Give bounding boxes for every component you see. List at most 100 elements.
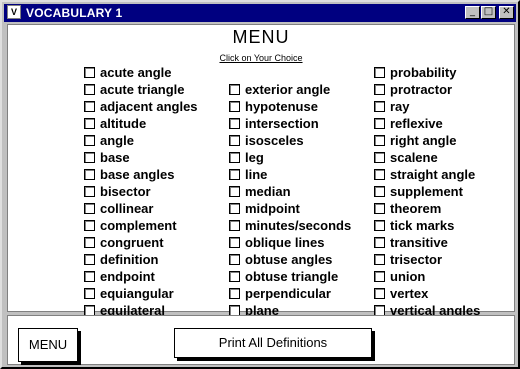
checkbox[interactable] [84, 220, 95, 231]
vocabulary-item-label: acute angle [100, 65, 172, 80]
checkbox[interactable] [374, 220, 385, 231]
vocabulary-item-label: intersection [245, 116, 319, 131]
vocabulary-item[interactable]: leg [229, 149, 264, 166]
checkbox[interactable] [374, 237, 385, 248]
checkbox[interactable] [84, 84, 95, 95]
vocabulary-item-label: hypotenuse [245, 99, 318, 114]
checkbox[interactable] [229, 237, 240, 248]
vocabulary-item[interactable]: hypotenuse [229, 98, 318, 115]
vocabulary-item[interactable]: probability [374, 64, 456, 81]
checkbox[interactable] [374, 67, 385, 78]
checkbox[interactable] [374, 203, 385, 214]
vocabulary-item[interactable]: definition [84, 251, 159, 268]
checkbox[interactable] [229, 169, 240, 180]
vocabulary-item[interactable]: exterior angle [229, 81, 330, 98]
vocabulary-item[interactable]: angle [84, 132, 134, 149]
checkbox[interactable] [84, 169, 95, 180]
vocabulary-item[interactable]: supplement [374, 183, 463, 200]
vocabulary-item[interactable]: base angles [84, 166, 174, 183]
checkbox[interactable] [374, 271, 385, 282]
vocabulary-item[interactable]: scalene [374, 149, 438, 166]
checkbox[interactable] [84, 237, 95, 248]
vocabulary-item-label: protractor [390, 82, 453, 97]
checkbox[interactable] [84, 67, 95, 78]
checkbox[interactable] [84, 135, 95, 146]
vocabulary-item[interactable]: ray [374, 98, 410, 115]
vocabulary-item[interactable]: intersection [229, 115, 319, 132]
vocabulary-item-label: ray [390, 99, 410, 114]
checkbox[interactable] [84, 101, 95, 112]
checkbox[interactable] [374, 101, 385, 112]
checkbox[interactable] [229, 135, 240, 146]
vocabulary-item[interactable]: collinear [84, 200, 153, 217]
checkbox[interactable] [374, 135, 385, 146]
checkbox[interactable] [229, 118, 240, 129]
vocabulary-item[interactable]: endpoint [84, 268, 155, 285]
vocabulary-item[interactable]: equiangular [84, 285, 174, 302]
close-button[interactable]: ✕ [499, 6, 514, 19]
checkbox[interactable] [374, 118, 385, 129]
vocabulary-item[interactable]: tick marks [374, 217, 454, 234]
checkbox[interactable] [84, 186, 95, 197]
checkbox[interactable] [374, 288, 385, 299]
checkbox[interactable] [374, 254, 385, 265]
vocabulary-item[interactable]: obtuse triangle [229, 268, 338, 285]
vocabulary-item-label: exterior angle [245, 82, 331, 97]
vocabulary-item[interactable]: union [374, 268, 425, 285]
checkbox[interactable] [229, 220, 240, 231]
checkbox[interactable] [229, 152, 240, 163]
vocabulary-item[interactable]: vertex [374, 285, 428, 302]
vocabulary-item[interactable]: midpoint [229, 200, 300, 217]
vocabulary-item[interactable]: altitude [84, 115, 146, 132]
vocabulary-item[interactable]: acute angle [84, 64, 172, 81]
vocabulary-item[interactable]: perpendicular [229, 285, 331, 302]
vocabulary-item[interactable]: right angle [374, 132, 456, 149]
minimize-button[interactable]: _ [465, 6, 480, 19]
checkbox[interactable] [229, 271, 240, 282]
app-icon[interactable]: V [7, 5, 21, 19]
vocabulary-item[interactable]: obtuse angles [229, 251, 332, 268]
vocabulary-item[interactable]: straight angle [374, 166, 475, 183]
title-bar[interactable]: V VOCABULARY 1 _ □ ✕ [4, 4, 516, 22]
page-title: MENU [232, 27, 290, 47]
vocabulary-item[interactable]: line [229, 166, 267, 183]
vocabulary-item[interactable]: protractor [374, 81, 452, 98]
vocabulary-item-label: complement [100, 218, 177, 233]
vocabulary-item-label: base angles [100, 167, 175, 182]
checkbox[interactable] [84, 288, 95, 299]
print-all-definitions-button[interactable]: Print All Definitions [174, 328, 372, 358]
checkbox[interactable] [374, 84, 385, 95]
checkbox[interactable] [229, 203, 240, 214]
checkbox[interactable] [229, 288, 240, 299]
vocabulary-item[interactable]: theorem [374, 200, 441, 217]
vocabulary-item-label: minutes/seconds [245, 218, 352, 233]
checkbox[interactable] [84, 152, 95, 163]
checkbox[interactable] [229, 254, 240, 265]
checkbox[interactable] [374, 186, 385, 197]
checkbox[interactable] [374, 169, 385, 180]
vocabulary-item[interactable]: isosceles [229, 132, 304, 149]
vocabulary-item[interactable]: complement [84, 217, 177, 234]
checkbox[interactable] [374, 152, 385, 163]
checkbox[interactable] [84, 271, 95, 282]
vocabulary-item[interactable]: transitive [374, 234, 448, 251]
vocabulary-item[interactable]: oblique lines [229, 234, 324, 251]
checkbox[interactable] [229, 101, 240, 112]
checkbox[interactable] [84, 118, 95, 129]
maximize-button[interactable]: □ [481, 6, 496, 19]
vocabulary-item[interactable]: trisector [374, 251, 442, 268]
vocabulary-item[interactable]: acute triangle [84, 81, 185, 98]
vocabulary-item[interactable]: base [84, 149, 130, 166]
checkbox[interactable] [84, 203, 95, 214]
vocabulary-item[interactable]: median [229, 183, 291, 200]
vocabulary-item[interactable]: minutes/seconds [229, 217, 351, 234]
vocabulary-item[interactable]: adjacent angles [84, 98, 198, 115]
vocabulary-item[interactable]: congruent [84, 234, 164, 251]
vocabulary-item-label: base [100, 150, 130, 165]
checkbox[interactable] [229, 186, 240, 197]
checkbox[interactable] [229, 84, 240, 95]
vocabulary-item[interactable]: bisector [84, 183, 151, 200]
menu-button[interactable]: MENU [18, 328, 78, 362]
vocabulary-item[interactable]: reflexive [374, 115, 443, 132]
checkbox[interactable] [84, 254, 95, 265]
